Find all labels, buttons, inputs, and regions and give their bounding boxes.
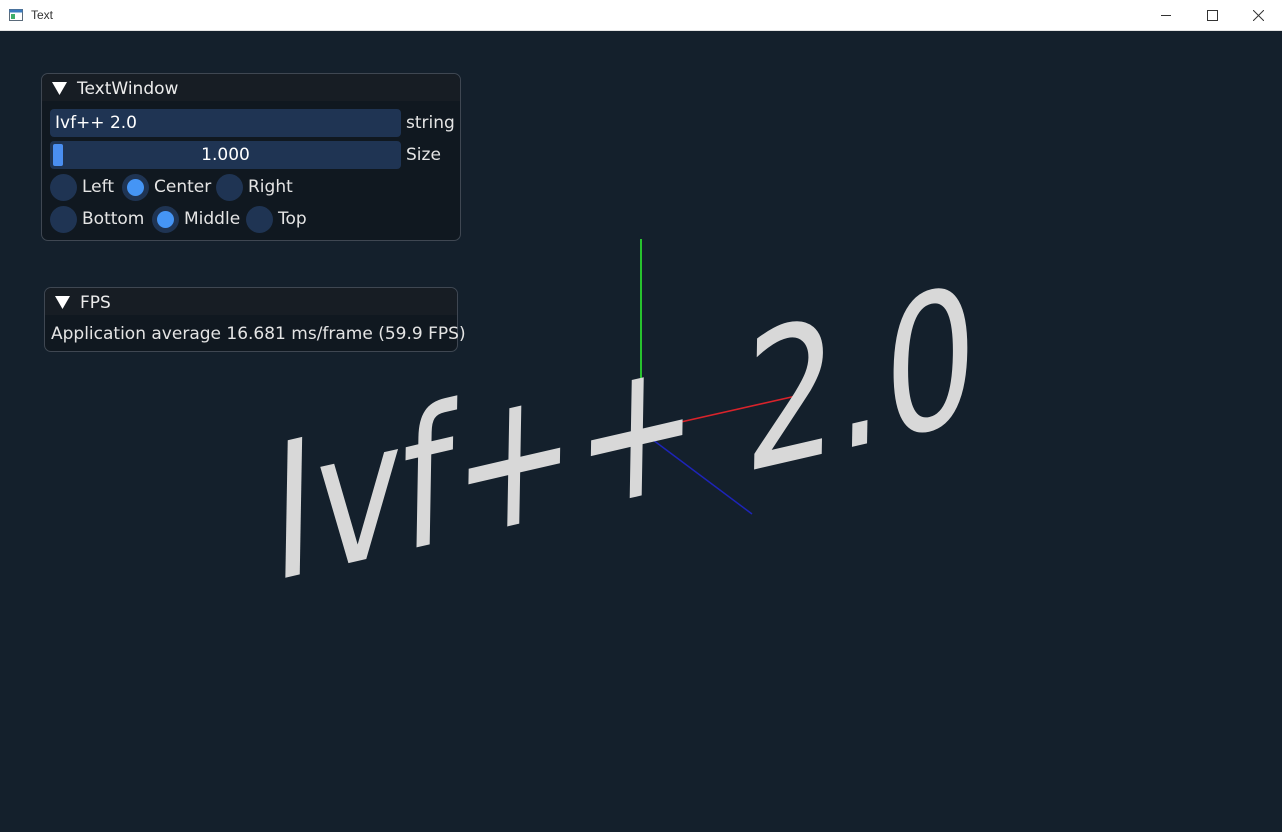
radio-middle-label: Middle [184, 209, 241, 229]
radio-top-label: Top [278, 209, 307, 229]
app-icon [9, 9, 23, 21]
fps-window-header[interactable]: FPS [45, 288, 457, 315]
window-titlebar[interactable]: Text [0, 0, 1282, 31]
string-label: string [406, 113, 455, 133]
radio-left-label: Left [82, 177, 114, 197]
fps-readout: Application average 16.681 ms/frame (59.… [51, 324, 466, 344]
maximize-button[interactable] [1190, 0, 1236, 31]
radio-bottom[interactable] [50, 206, 77, 233]
radio-bottom-label: Bottom [82, 209, 145, 229]
string-input[interactable]: Ivf++ 2.0 [50, 109, 401, 137]
minimize-button[interactable] [1144, 0, 1190, 31]
radio-top[interactable] [246, 206, 273, 233]
string-input-value: Ivf++ 2.0 [55, 113, 137, 133]
size-label: Size [406, 145, 441, 165]
radio-left[interactable] [50, 174, 77, 201]
minimize-icon [1161, 15, 1171, 16]
maximize-icon [1207, 10, 1218, 21]
close-icon [1253, 10, 1264, 21]
radio-center-label: Center [154, 177, 212, 197]
collapse-triangle-icon[interactable] [52, 82, 67, 95]
close-button[interactable] [1236, 0, 1282, 31]
window-title: Text [31, 8, 54, 22]
radio-right[interactable] [216, 174, 243, 201]
size-slider[interactable]: 1.000 [50, 141, 401, 169]
radio-middle[interactable] [152, 206, 179, 233]
collapse-triangle-icon[interactable] [55, 296, 70, 309]
text-window-title: TextWindow [77, 79, 179, 99]
radio-right-label: Right [248, 177, 293, 197]
text-window-header[interactable]: TextWindow [42, 74, 460, 101]
fps-window-title: FPS [80, 293, 111, 313]
size-slider-value: 1.000 [201, 145, 250, 165]
fps-window-panel: FPS Application average 16.681 ms/frame … [44, 287, 466, 352]
render-viewport[interactable]: Ivf++ 2.0 TextWindow Ivf++ 2.0 string 1.… [1, 31, 1281, 831]
text-window-panel: TextWindow Ivf++ 2.0 string 1.000 Size L… [41, 73, 461, 241]
radio-center[interactable] [122, 174, 149, 201]
